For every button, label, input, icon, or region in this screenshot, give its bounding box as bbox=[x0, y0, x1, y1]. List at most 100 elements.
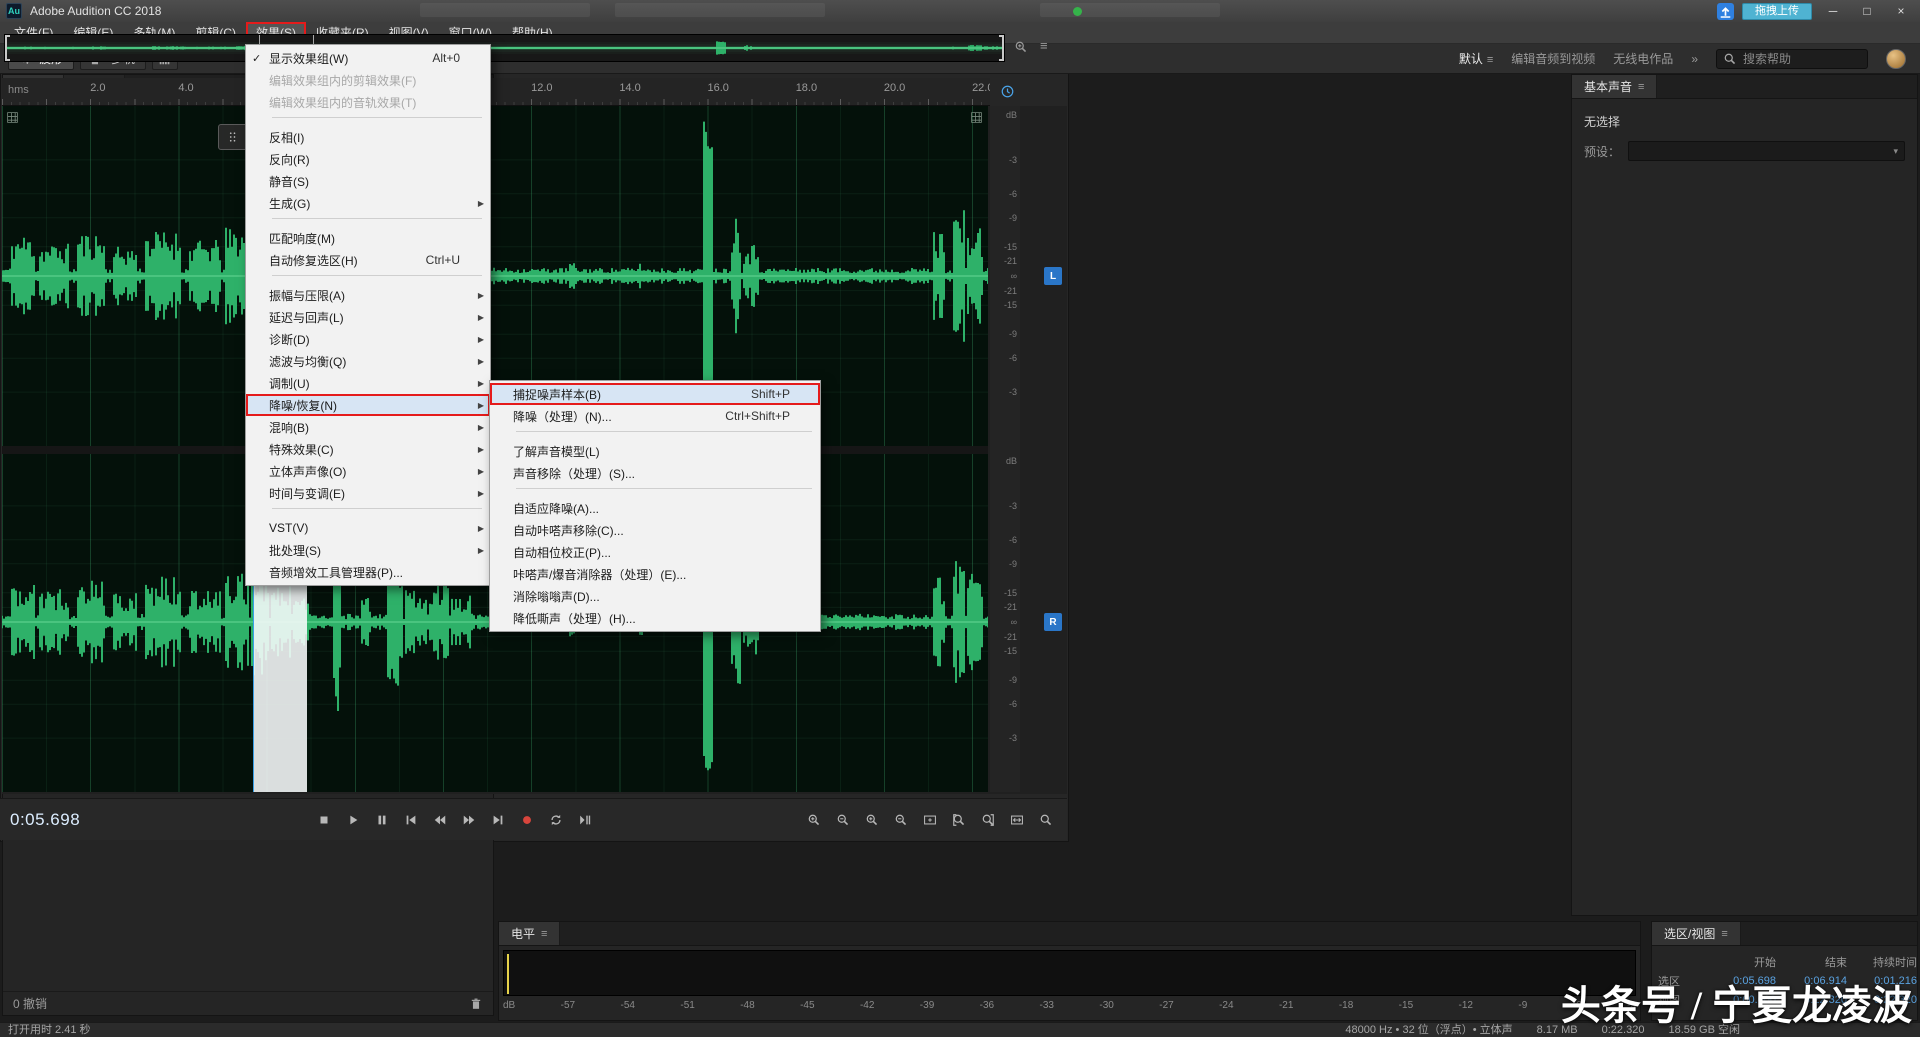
submenu-arrow-icon: ▶ bbox=[474, 313, 484, 322]
drag-upload-button[interactable]: 拖拽上传 bbox=[1742, 3, 1812, 20]
search-input[interactable] bbox=[1743, 52, 1861, 66]
effects-menu-item[interactable]: ✓ 滤波与均衡(Q) ▶ bbox=[246, 350, 490, 372]
zoom-in-amplitude-button[interactable] bbox=[858, 808, 885, 832]
essential-preset-select[interactable]: ▾ bbox=[1628, 141, 1905, 161]
submenu-item[interactable]: ✓ 捕捉噪声样本(B) Shift+P ▶ bbox=[490, 383, 820, 405]
ruler-time-label: 12.0 bbox=[531, 82, 619, 94]
effects-menu-item[interactable]: ✓ 调制(U) ▶ bbox=[246, 372, 490, 394]
channel-options-icon[interactable] bbox=[970, 111, 983, 124]
status-dot-icon bbox=[1073, 7, 1082, 16]
zoom-out-amplitude-button[interactable] bbox=[887, 808, 914, 832]
account-avatar[interactable] bbox=[1886, 49, 1906, 69]
submenu-item[interactable]: ✓ 降低嘶声（处理）(H)... ▶ bbox=[490, 607, 820, 629]
overview-left-handle[interactable] bbox=[5, 35, 10, 61]
overview-navigator[interactable] bbox=[4, 34, 1005, 62]
submenu-item[interactable]: ✓ 自适应降噪(A)... ▶ bbox=[490, 497, 820, 519]
skip-to-start-button[interactable] bbox=[397, 808, 424, 832]
play-button[interactable] bbox=[339, 808, 366, 832]
zoom-reset-button[interactable] bbox=[1032, 808, 1059, 832]
workspace-menu-icon[interactable]: ≡ bbox=[1487, 54, 1493, 66]
zoom-selection-out-point-button[interactable] bbox=[974, 808, 1001, 832]
workspace-item[interactable]: 无线电作品 bbox=[1613, 50, 1673, 67]
skip-to-end-button[interactable] bbox=[484, 808, 511, 832]
effects-menu-item[interactable]: ✓ ▶ bbox=[246, 508, 490, 517]
level-scale-label: -39 bbox=[920, 1000, 934, 1011]
effects-menu-item[interactable]: ✓ 编辑效果组内的音轨效果(T) ▶ bbox=[246, 91, 490, 113]
effects-menu-item[interactable]: ✓ 延迟与回声(L) ▶ bbox=[246, 306, 490, 328]
essential-sound-tab[interactable]: 基本声音≡ bbox=[1572, 75, 1657, 98]
clear-history-icon[interactable] bbox=[469, 997, 483, 1011]
workspace-overflow-button[interactable]: » bbox=[1691, 52, 1698, 66]
effects-menu-item[interactable]: ✓ 编辑效果组内的剪辑效果(F) ▶ bbox=[246, 69, 490, 91]
channel-options-icon[interactable] bbox=[6, 111, 19, 124]
timeline-ruler[interactable]: hms 2.04.06.08.010.012.014.016.018.020.0… bbox=[2, 78, 990, 106]
submenu-item[interactable]: ✓ 降噪（处理）(N)... Ctrl+Shift+P ▶ bbox=[490, 405, 820, 427]
record-button[interactable] bbox=[513, 808, 540, 832]
effects-menu-item[interactable]: ✓ 降噪/恢复(N) ▶ bbox=[246, 394, 490, 416]
overview-right-handle[interactable] bbox=[999, 35, 1004, 61]
zoom-to-selection-button[interactable] bbox=[916, 808, 943, 832]
effects-menu-item[interactable]: ✓ 匹配响度(M) ▶ bbox=[246, 227, 490, 249]
submenu-item[interactable]: ✓ 自动咔嗒声移除(C)... ▶ bbox=[490, 519, 820, 541]
panel-menu-icon[interactable]: ≡ bbox=[1721, 928, 1727, 940]
help-search-box[interactable] bbox=[1716, 49, 1868, 69]
zoom-selection-in-point-button[interactable] bbox=[945, 808, 972, 832]
overview-zoom-icon[interactable] bbox=[1014, 40, 1028, 54]
selection-view-tab[interactable]: 选区/视图≡ bbox=[1652, 922, 1741, 945]
effects-menu-item[interactable]: ✓ 静音(S) ▶ bbox=[246, 170, 490, 192]
pause-button[interactable] bbox=[368, 808, 395, 832]
effects-menu-item[interactable]: ✓ 时间与变调(E) ▶ bbox=[246, 482, 490, 504]
loop-playback-button[interactable] bbox=[542, 808, 569, 832]
submenu-item[interactable]: ✓ 消除嗡嗡声(D)... ▶ bbox=[490, 585, 820, 607]
effects-menu-item[interactable]: ✓ ▶ bbox=[246, 275, 490, 284]
submenu-item[interactable]: ✓ 声音移除（处理）(S)... ▶ bbox=[490, 462, 820, 484]
panel-menu-icon[interactable]: ≡ bbox=[541, 928, 547, 940]
upload-icon[interactable] bbox=[1717, 3, 1734, 20]
timeline-clock-icon[interactable] bbox=[1000, 84, 1015, 99]
left-channel-badge[interactable]: L bbox=[1044, 267, 1062, 285]
hud-grip-icon[interactable] bbox=[227, 130, 239, 144]
effects-menu-item[interactable]: ✓ 诊断(D) ▶ bbox=[246, 328, 490, 350]
effects-menu-item[interactable]: ✓ 批处理(S) ▶ bbox=[246, 539, 490, 561]
submenu-item[interactable]: ✓ ▶ bbox=[490, 488, 820, 497]
effects-menu-item[interactable]: ✓ 显示效果组(W) Alt+0 ▶ bbox=[246, 47, 490, 69]
skip-selection-button[interactable] bbox=[571, 808, 598, 832]
stop-button[interactable] bbox=[310, 808, 337, 832]
effects-menu-item[interactable]: ✓ ▶ bbox=[246, 117, 490, 126]
level-meter bbox=[503, 950, 1636, 996]
submenu-arrow-icon: ▶ bbox=[474, 291, 484, 300]
effects-menu-item[interactable]: ✓ ▶ bbox=[246, 218, 490, 227]
levels-tab[interactable]: 电平≡ bbox=[499, 922, 560, 945]
effects-menu-item[interactable]: ✓ VST(V) ▶ bbox=[246, 517, 490, 539]
panel-menu-icon[interactable]: ≡ bbox=[1638, 81, 1644, 93]
workspace-item[interactable]: 编辑音频到视频 bbox=[1511, 50, 1595, 67]
overview-menu-icon[interactable]: ≡ bbox=[1040, 38, 1048, 53]
effects-menu-item[interactable]: ✓ 生成(G) ▶ bbox=[246, 192, 490, 214]
maximize-button[interactable]: □ bbox=[1854, 4, 1880, 18]
effects-menu-item[interactable]: ✓ 混响(B) ▶ bbox=[246, 416, 490, 438]
effects-menu-item[interactable]: ✓ 立体声声像(O) ▶ bbox=[246, 460, 490, 482]
right-channel-badge[interactable]: R bbox=[1044, 613, 1062, 631]
effects-menu-item[interactable]: ✓ 振幅与压限(A) ▶ bbox=[246, 284, 490, 306]
zoom-in-time-button[interactable] bbox=[800, 808, 827, 832]
rewind-button[interactable] bbox=[426, 808, 453, 832]
submenu-item[interactable]: ✓ 了解声音模型(L) ▶ bbox=[490, 440, 820, 462]
effects-menu-item[interactable]: ✓ 音频增效工具管理器(P)... ▶ bbox=[246, 561, 490, 583]
effects-menu-item[interactable]: ✓ 反相(I) ▶ bbox=[246, 126, 490, 148]
effects-menu-item[interactable]: ✓ 反向(R) ▶ bbox=[246, 148, 490, 170]
submenu-item[interactable]: ✓ 咔嗒声/爆音消除器（处理）(E)... ▶ bbox=[490, 563, 820, 585]
effects-menu-item[interactable]: ✓ 自动修复选区(H) Ctrl+U ▶ bbox=[246, 249, 490, 271]
zoom-full-button[interactable] bbox=[1003, 808, 1030, 832]
effects-menu-item[interactable]: ✓ 特殊效果(C) ▶ bbox=[246, 438, 490, 460]
submenu-item[interactable]: ✓ ▶ bbox=[490, 431, 820, 440]
workspace-default-button[interactable]: 默认 bbox=[1459, 52, 1483, 66]
submenu-item[interactable]: ✓ 自动相位校正(P)... ▶ bbox=[490, 541, 820, 563]
db-scale: dB-3-3-6-6-9-9-15-15-21-21∞dB-3-3-6-6-9-… bbox=[990, 106, 1020, 792]
level-scale-label: -48 bbox=[740, 1000, 754, 1011]
close-button[interactable]: × bbox=[1888, 4, 1914, 18]
fast-forward-button[interactable] bbox=[455, 808, 482, 832]
time-display[interactable]: 0:05.698 bbox=[10, 810, 80, 830]
zoom-out-time-button[interactable] bbox=[829, 808, 856, 832]
minimize-button[interactable]: ─ bbox=[1820, 4, 1846, 18]
background-window-artifact bbox=[615, 3, 825, 17]
